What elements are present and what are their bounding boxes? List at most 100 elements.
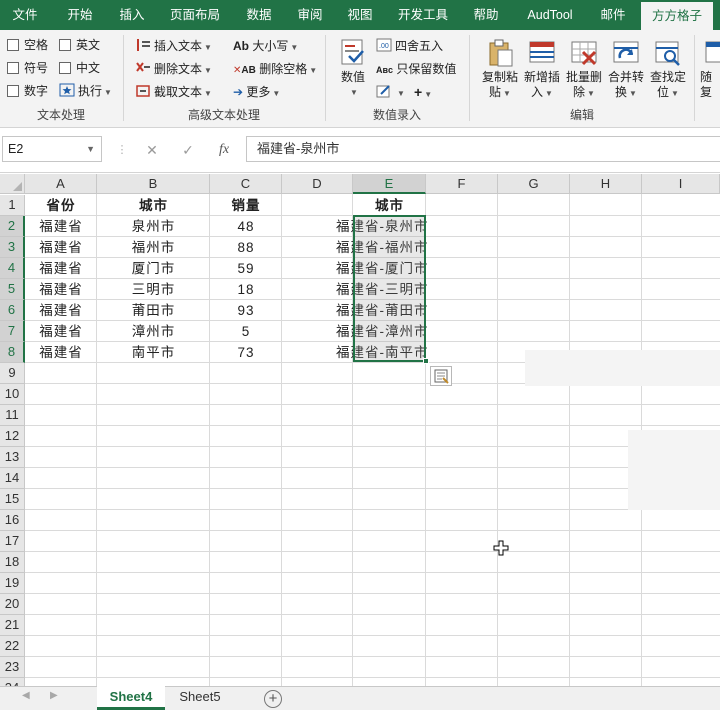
column-header-g[interactable]: G xyxy=(498,174,570,194)
sheet-tab-sheet5[interactable]: Sheet5 xyxy=(166,686,234,710)
sheet-tab-sheet4[interactable]: Sheet4 xyxy=(97,686,165,710)
enter-button[interactable]: ✓ xyxy=(178,140,198,160)
cell-a7[interactable]: 福建省 xyxy=(25,321,97,342)
row-header[interactable]: 20 xyxy=(0,594,25,615)
cell-b4[interactable]: 厦门市 xyxy=(97,258,210,279)
copy-paste-button[interactable]: 复制粘 贴 ▼ xyxy=(478,34,522,104)
cell-c4[interactable]: 59 xyxy=(210,258,282,279)
spreadsheet-grid[interactable]: A B C D E F G H I 1 2 3 4 5 6 7 8 9 10 11 12 13 14 15 1… xyxy=(0,174,720,686)
cell-c2[interactable]: 48 xyxy=(210,216,282,237)
add-sheet-button[interactable]: + xyxy=(264,690,282,708)
delete-space-button[interactable]: ✕AB 删除空格 ▼ xyxy=(233,59,317,79)
row-header[interactable]: 21 xyxy=(0,615,25,636)
row-header[interactable]: 8 xyxy=(0,342,25,363)
row-header[interactable]: 7 xyxy=(0,321,25,342)
quick-analysis-button[interactable] xyxy=(430,366,452,386)
cell-b6[interactable]: 莆田市 xyxy=(97,300,210,321)
column-header-h[interactable]: H xyxy=(570,174,642,194)
column-header-i[interactable]: I xyxy=(642,174,720,194)
cell-c1[interactable]: 销量 xyxy=(210,195,282,216)
cell-b7[interactable]: 漳州市 xyxy=(97,321,210,342)
keep-value-button[interactable]: Aʙc 只保留数值 xyxy=(376,59,456,79)
row-header[interactable]: 23 xyxy=(0,657,25,678)
row-header[interactable]: 15 xyxy=(0,489,25,510)
row-header[interactable]: 2 xyxy=(0,216,25,237)
tab-mail[interactable]: 邮件 xyxy=(590,0,636,30)
tab-view[interactable]: 视图 xyxy=(337,0,383,30)
tab-insert[interactable]: 插入 xyxy=(109,0,155,30)
select-all-button[interactable] xyxy=(0,174,25,194)
column-header-a[interactable]: A xyxy=(25,174,97,194)
case-button[interactable]: Ab 大小写 ▼ xyxy=(233,36,298,56)
checkbox-english[interactable]: 英文 xyxy=(59,35,100,55)
prev-sheet-icon[interactable]: ◀ xyxy=(22,690,30,701)
row-header[interactable]: 13 xyxy=(0,447,25,468)
row-header[interactable]: 19 xyxy=(0,573,25,594)
row-header[interactable]: 17 xyxy=(0,531,25,552)
batch-delete-button[interactable]: 批量删 除 ▼ xyxy=(562,34,606,104)
tab-audtool[interactable]: AudTool xyxy=(515,0,585,30)
more-button[interactable]: ➔ 更多 ▼ xyxy=(233,82,280,102)
cell-a6[interactable]: 福建省 xyxy=(25,300,97,321)
row-header[interactable]: 6 xyxy=(0,300,25,321)
execute-button[interactable]: 执行 ▼ xyxy=(59,81,112,101)
insert-new-button[interactable]: 新增插 入 ▼ xyxy=(520,34,564,104)
cell-c8[interactable]: 73 xyxy=(210,342,282,363)
value-button[interactable]: 数值 ▼ xyxy=(331,34,375,104)
row-header[interactable]: 12 xyxy=(0,426,25,447)
row-header[interactable]: 5 xyxy=(0,279,25,300)
cell-b3[interactable]: 福州市 xyxy=(97,237,210,258)
cancel-button[interactable]: ✕ xyxy=(142,140,162,160)
find-locate-button[interactable]: 查找定 位 ▼ xyxy=(646,34,690,104)
cell-c7[interactable]: 5 xyxy=(210,321,282,342)
row-header[interactable]: 4 xyxy=(0,258,25,279)
tab-home[interactable]: 开始 xyxy=(55,0,105,30)
tab-fangfang[interactable]: 方方格子 xyxy=(641,2,713,30)
insert-text-button[interactable]: 插入文本 ▼ xyxy=(135,36,212,56)
cell-c3[interactable]: 88 xyxy=(210,237,282,258)
cell-b8[interactable]: 南平市 xyxy=(97,342,210,363)
plus-button[interactable]: + ▼ xyxy=(414,82,432,102)
next-sheet-icon[interactable]: ▶ xyxy=(50,690,58,701)
tab-file[interactable]: 文件 xyxy=(0,0,50,30)
cell-b1[interactable]: 城市 xyxy=(97,195,210,216)
row-header[interactable]: 16 xyxy=(0,510,25,531)
delete-text-button[interactable]: 删除文本 ▼ xyxy=(135,59,212,79)
name-box[interactable]: E2 ▼ xyxy=(2,136,102,162)
cell-a1[interactable]: 省份 xyxy=(25,195,97,216)
column-header-b[interactable]: B xyxy=(97,174,210,194)
cell-c6[interactable]: 93 xyxy=(210,300,282,321)
checkbox-symbol[interactable]: 符号 xyxy=(7,58,48,78)
column-header-d[interactable]: D xyxy=(282,174,353,194)
row-header[interactable]: 3 xyxy=(0,237,25,258)
row-header[interactable]: 14 xyxy=(0,468,25,489)
round-button[interactable]: .00 四舍五入 xyxy=(376,36,443,56)
random-button-partial[interactable]: 随 复 xyxy=(700,34,720,104)
row-header[interactable]: 1 xyxy=(0,195,25,216)
selection-range[interactable] xyxy=(353,215,426,362)
tab-page-layout[interactable]: 页面布局 xyxy=(160,0,230,30)
row-header[interactable]: 22 xyxy=(0,636,25,657)
row-header[interactable]: 11 xyxy=(0,405,25,426)
cell-a5[interactable]: 福建省 xyxy=(25,279,97,300)
cell-a8[interactable]: 福建省 xyxy=(25,342,97,363)
row-header[interactable]: 10 xyxy=(0,384,25,405)
cell-a3[interactable]: 福建省 xyxy=(25,237,97,258)
tab-data[interactable]: 数据 xyxy=(236,0,282,30)
cell-e1[interactable]: 城市 xyxy=(353,195,426,216)
column-header-e[interactable]: E xyxy=(353,174,426,194)
number-format-button[interactable]: ▼ xyxy=(376,82,405,102)
formula-input[interactable]: 福建省-泉州市 xyxy=(246,136,720,162)
cell-b5[interactable]: 三明市 xyxy=(97,279,210,300)
row-header[interactable]: 18 xyxy=(0,552,25,573)
row-header[interactable]: 24 xyxy=(0,678,25,686)
cell-a2[interactable]: 福建省 xyxy=(25,216,97,237)
tab-help[interactable]: 帮助 xyxy=(463,0,509,30)
column-header-f[interactable]: F xyxy=(426,174,498,194)
extract-text-button[interactable]: 截取文本 ▼ xyxy=(135,82,212,102)
cell-b2[interactable]: 泉州市 xyxy=(97,216,210,237)
tab-developer[interactable]: 开发工具 xyxy=(388,0,458,30)
column-header-c[interactable]: C xyxy=(210,174,282,194)
insert-function-button[interactable]: fx xyxy=(214,140,234,160)
row-header[interactable]: 9 xyxy=(0,363,25,384)
